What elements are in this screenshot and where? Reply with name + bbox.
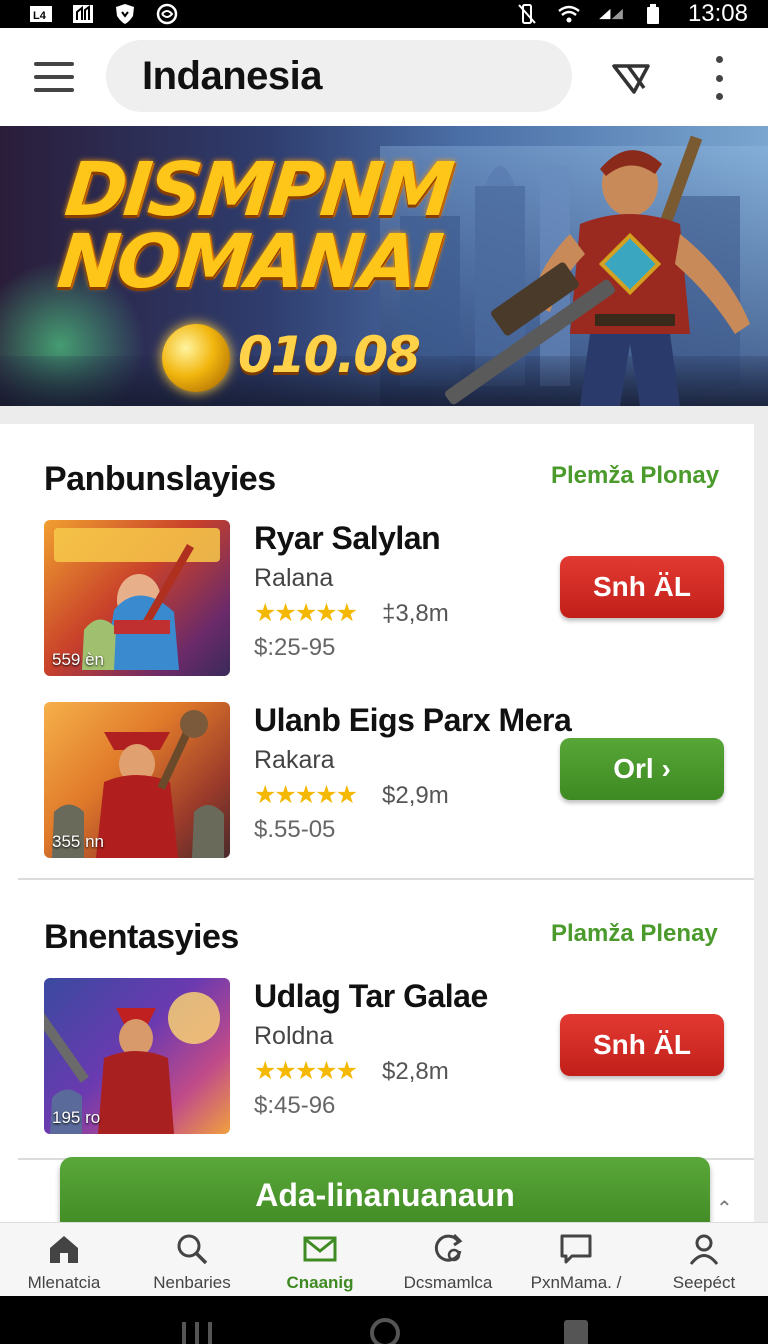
back-icon[interactable] [564,1320,588,1344]
game-title[interactable]: Udlag Tar Galae [254,978,488,1015]
banner-title-line2: NOMANAI [53,219,445,305]
game-price: $:25-95 [254,634,336,661]
app-bar: Indanesia [0,28,768,126]
game-thumbnail[interactable]: 559 ѐn [44,520,230,676]
search-bar[interactable]: Indanesia [106,40,572,112]
system-navigation-bar [0,1296,768,1344]
banner-amount: 010.08 [238,326,421,384]
open-button[interactable]: Orl › [560,738,724,800]
battery-icon [640,3,666,25]
game-subtitle: Roldna [254,1022,334,1050]
banner-hero-illustration [445,135,750,406]
section-title: Panbunslayies [44,460,276,498]
cell-signal-icon [598,3,624,25]
wifi-icon [556,3,582,25]
banner-title: DISMPNM NOMANAI [53,147,456,305]
section-see-all-link[interactable]: Plemža Plonay [551,462,719,490]
filter-icon[interactable] [608,58,654,98]
recents-icon[interactable] [182,1322,212,1344]
game-thumbnail[interactable]: 355 nn [44,702,230,858]
refresh-search-icon [434,1233,463,1262]
game-price: $.55-05 [254,816,336,843]
game-meta: ‡3,8m [382,600,449,627]
content-card: Panbunslayies Plemža Plonay 559 ѐn Ryar … [0,424,754,1224]
signal-box-icon [70,3,96,25]
nav-label: Dcsmamlca [403,1273,493,1292]
star-rating: ★★★★★ [254,1057,358,1085]
star-rating: ★★★★★ [254,781,358,809]
thumbnail-badge: 559 ѐn [52,650,104,669]
game-meta: $2,9m [382,782,449,809]
svg-text:L4: L4 [33,10,47,22]
thumbnail-badge: 195 ro [52,1108,101,1127]
thumbnail-badge: 355 nn [52,832,104,851]
nav-item-discover[interactable]: Dcsmamlca [384,1223,512,1296]
coin-icon [162,324,230,392]
nav-label: Mlenatcia [27,1273,101,1292]
section-see-all-link[interactable]: Plamža Plenay [551,920,718,948]
section-title: Bnentasyies [44,918,239,956]
search-text: Indanesia [142,53,323,98]
status-bar-right: 13:08 [514,0,748,28]
nav-label: PxnMama. / [530,1273,622,1292]
section-divider [18,878,754,880]
game-title[interactable]: Ulanb Eigs Parx Mera [254,702,572,739]
banner-title-line1: DISMPNM [61,147,456,233]
status-bar-left: L4 [28,3,180,25]
sync-icon [154,3,180,25]
game-title[interactable]: Ryar Salylan [254,520,441,557]
shield-icon [112,3,138,25]
game-thumbnail[interactable]: 195 ro [44,978,230,1134]
vibrate-icon [514,3,540,25]
status-time: 13:08 [687,0,748,27]
menu-icon[interactable] [34,62,74,92]
nav-label: Nenbaries [153,1273,231,1292]
install-button[interactable]: Snh ÄL [560,556,724,618]
nav-item-search[interactable]: Nenbaries [128,1223,256,1296]
more-vert-icon[interactable] [704,56,734,100]
nav-item-home[interactable]: Mlenatcia [0,1223,128,1296]
game-meta: $2,8m [382,1058,449,1085]
list-item[interactable]: 355 nn Ulanb Eigs Parx Mera Rakara ★★★★★… [44,702,744,858]
list-item[interactable]: 195 ro Udlag Tar Galae Roldna ★★★★★ $2,8… [44,978,744,1134]
l4-icon: L4 [28,3,54,25]
mail-icon [303,1236,337,1262]
list-item[interactable]: 559 ѐn Ryar Salylan Ralana ★★★★★ ‡3,8m $… [44,520,744,676]
game-price: $:45-96 [254,1092,336,1119]
nav-item-profile[interactable]: Seepéct [640,1223,768,1296]
promo-banner[interactable]: DISMPNM NOMANAI 010.08 [0,126,768,406]
game-subtitle: Rakara [254,746,335,774]
home-icon [50,1236,78,1263]
home-circle-icon[interactable] [370,1318,400,1344]
nav-label: Cnaanig [286,1273,354,1292]
search-icon [177,1234,208,1265]
nav-item-mail[interactable]: Cnaanig [256,1223,384,1296]
chat-icon [560,1234,592,1264]
star-rating: ★★★★★ [254,599,358,627]
status-bar: L4 13:08 [0,0,768,28]
person-icon [689,1234,719,1265]
install-button[interactable]: Snh ÄL [560,1014,724,1076]
game-subtitle: Ralana [254,564,334,592]
chevron-up-icon[interactable]: ⌃ [716,1196,733,1221]
bottom-navigation: Mlenatcia Nenbaries Cnaanig Dcsmamlca Px… [0,1222,768,1296]
nav-label: Seepéct [672,1273,736,1292]
nav-item-chat[interactable]: PxnMama. / [512,1223,640,1296]
